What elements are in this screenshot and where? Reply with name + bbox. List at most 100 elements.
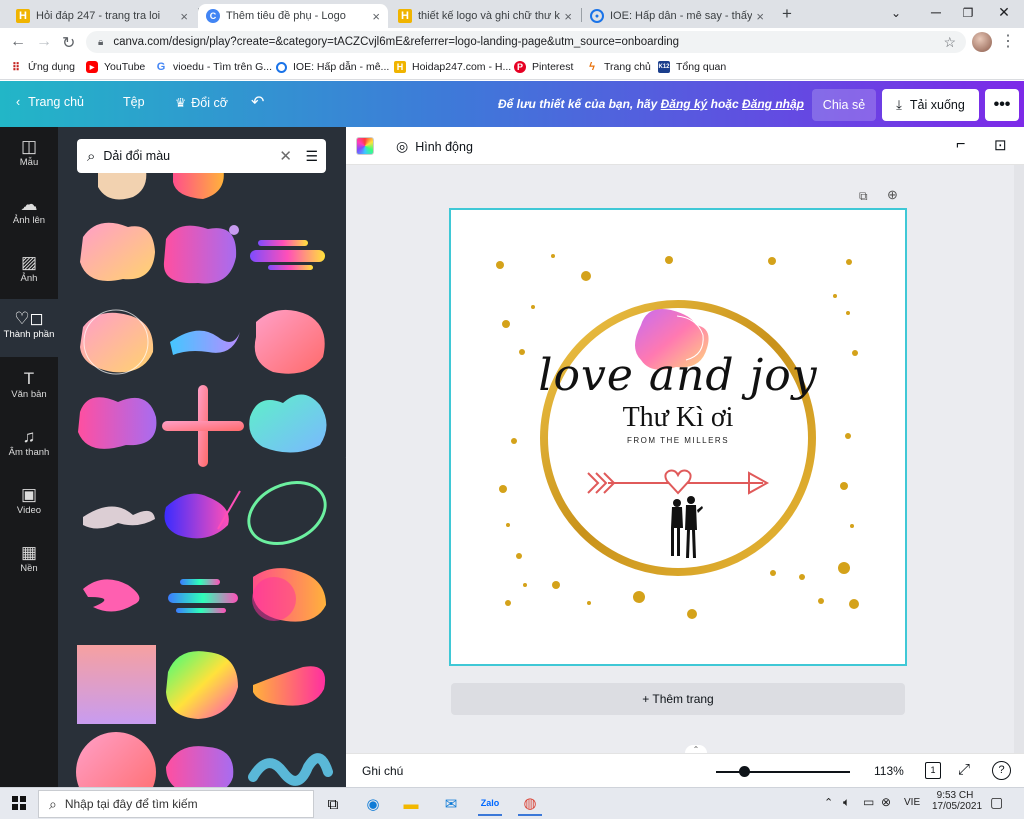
tab-title: Hỏi đáp 247 - trang tra loi — [36, 10, 161, 22]
url-bar[interactable]: 🔒︎ canva.com/design/play?create=&categor… — [86, 31, 966, 53]
profile-avatar[interactable] — [972, 32, 992, 52]
reload-icon[interactable]: ↻ — [62, 33, 75, 53]
bookmark-label: Pinterest — [532, 61, 574, 73]
gradient-elements-grid — [76, 154, 333, 787]
browser-tab-logo-search[interactable]: H thiết kế logo và ghi chữ thư kỳ ơi × — [390, 4, 580, 28]
vertical-scrollbar[interactable] — [1014, 165, 1024, 753]
logo-name-text[interactable]: Thư Kì ơi — [451, 402, 905, 434]
ioe-icon — [276, 61, 287, 73]
windows-start-icon[interactable] — [12, 796, 26, 810]
notes-button[interactable]: Ghi chú — [362, 764, 403, 778]
browser-tab-canva[interactable]: C Thêm tiêu đề phụ - Logo × — [198, 4, 388, 28]
volume-icon[interactable]: 🔈︎ — [843, 795, 850, 810]
window-close-icon[interactable]: ✕ — [994, 4, 1014, 21]
sidebar-item-photos[interactable]: ▨ Ảnh — [0, 243, 58, 299]
file-menu-button[interactable]: Tệp — [123, 95, 145, 109]
bookmark-home[interactable]: ϟ Trang chủ — [586, 61, 651, 73]
zoom-slider-thumb[interactable] — [739, 766, 751, 777]
signup-link[interactable]: Đăng ký — [661, 97, 708, 111]
clear-search-icon[interactable]: ✕ — [279, 147, 292, 165]
bookmark-vioedu[interactable]: G vioedu - Tìm trên G... — [155, 61, 272, 73]
task-view-icon[interactable]: ⧉ — [321, 792, 345, 816]
add-page-icon[interactable]: ⊕ — [887, 187, 898, 203]
close-icon[interactable]: × — [564, 9, 572, 24]
bookmark-youtube[interactable]: ▶ YouTube — [86, 61, 145, 73]
duplicate-page-icon[interactable]: ⧉ — [859, 189, 868, 204]
lock-icon[interactable]: ⊡ — [994, 136, 1007, 154]
color-picker-icon[interactable] — [356, 137, 374, 155]
home-button[interactable]: ‹ Trang chủ — [16, 95, 84, 109]
ioe-favicon-icon: ● — [590, 9, 604, 23]
canvas-toolbar: ◎ Hình động ⌐ ⊡ — [346, 127, 1024, 165]
page-count-button[interactable]: 1 — [925, 762, 941, 779]
restore-icon[interactable]: ❐ — [958, 6, 978, 20]
taskbar-search[interactable]: ⌕ Nhập tại đây để tìm kiếm — [38, 790, 314, 818]
file-explorer-icon[interactable]: ▬ — [399, 792, 423, 816]
upload-icon: ☁ — [20, 195, 38, 214]
battery-icon[interactable]: ⊗ — [881, 795, 891, 809]
sidebar-item-templates[interactable]: ◫ Mẫu — [0, 127, 58, 183]
chrome-icon[interactable]: ◍ — [518, 792, 542, 816]
edge-icon[interactable]: ◉ — [361, 792, 385, 816]
bookmark-ioe[interactable]: IOE: Hấp dẫn - mê... — [276, 61, 389, 73]
browser-tab-ioe[interactable]: ● IOE: Hấp dẫn - mê say - thấy ngay × — [582, 4, 772, 28]
zoom-level[interactable]: 113% — [874, 764, 904, 778]
close-icon[interactable]: × — [756, 9, 764, 24]
network-icon[interactable]: ▭ — [863, 795, 874, 809]
sidebar-item-video[interactable]: ▣ Video — [0, 475, 58, 531]
fullscreen-icon[interactable]: ⤢ — [958, 761, 970, 778]
bookmark-pinterest[interactable]: P Pinterest — [514, 61, 573, 73]
notification-icon[interactable]: ▢ — [990, 794, 1003, 811]
add-page-button[interactable]: + Thêm trang — [451, 683, 905, 715]
design-page[interactable]: love and joy Thư Kì ơi FROM THE MILLERS — [449, 208, 907, 666]
share-button[interactable]: Chia sẻ — [812, 89, 876, 121]
more-options-button[interactable]: ••• — [985, 89, 1019, 121]
home-label: Trang chủ — [28, 95, 84, 109]
resize-button[interactable]: ♛ Đổi cỡ — [175, 95, 228, 110]
sidebar-item-text[interactable]: T Văn bản — [0, 359, 58, 415]
save-prompt-or: hoặc — [710, 97, 739, 111]
logo-tagline-text[interactable]: FROM THE MILLERS — [451, 436, 905, 445]
tab-search-icon[interactable]: ⌄ — [886, 6, 906, 20]
help-icon[interactable]: ? — [992, 761, 1011, 780]
bookmark-label: IOE: Hấp dẫn - mê... — [293, 61, 390, 73]
sidebar-item-audio[interactable]: ♫ Âm thanh — [0, 417, 58, 473]
animate-button[interactable]: ◎ Hình động — [396, 138, 473, 155]
language-indicator[interactable]: VIE — [904, 797, 920, 808]
url-text[interactable]: canva.com/design/play?create=&category=t… — [113, 36, 679, 48]
new-tab-button[interactable]: + — [782, 4, 792, 24]
filter-icon[interactable]: ☰ — [305, 148, 318, 165]
bookmark-k12[interactable]: K12 Tổng quan — [658, 61, 726, 73]
sidebar-item-uploads[interactable]: ☁ Ảnh lên — [0, 185, 58, 241]
close-icon[interactable]: × — [372, 9, 380, 24]
browser-tab-bar: H Hỏi đáp 247 - trang tra loi × C Thêm t… — [0, 0, 1024, 28]
search-icon: ⌕ — [49, 795, 57, 812]
logo-script-text[interactable]: love and joy — [451, 350, 905, 401]
sidebar-item-background[interactable]: ▦ Nền — [0, 533, 58, 589]
undo-icon[interactable]: ↶ — [251, 92, 264, 112]
forward-arrow-icon[interactable]: → — [36, 33, 52, 51]
zalo-icon[interactable]: Zalo — [478, 792, 502, 816]
close-icon[interactable]: × — [180, 9, 188, 24]
taskbar-search-input[interactable]: Nhập tại đây để tìm kiếm — [65, 797, 198, 811]
search-icon: ⌕ — [87, 147, 96, 165]
bookmark-hoidap247[interactable]: H Hoidap247.com - H... — [394, 61, 511, 73]
bookmark-label: Ứng dụng — [28, 61, 75, 73]
zoom-slider-track[interactable] — [716, 771, 850, 773]
elements-search-bar[interactable]: ⌕ Dải đổi màu ✕ ☰ — [77, 139, 326, 173]
bookmark-star-icon[interactable]: ☆ — [943, 34, 956, 51]
sidebar-item-elements[interactable]: ♡◻ Thành phần — [0, 299, 58, 357]
minimize-icon[interactable]: ─ — [926, 4, 946, 20]
browser-tab-hoidap[interactable]: H Hỏi đáp 247 - trang tra loi × — [8, 4, 196, 28]
browser-menu-icon[interactable]: ⋮ — [1000, 31, 1016, 51]
paint-roller-icon[interactable]: ⌐ — [956, 136, 965, 154]
bookmark-apps[interactable]: ⠿ Ứng dụng — [10, 61, 75, 74]
tray-chevron-icon[interactable]: ⌃ — [824, 796, 833, 809]
search-input[interactable]: Dải đổi màu — [103, 149, 170, 163]
back-arrow-icon[interactable]: ← — [10, 33, 26, 51]
mail-icon[interactable]: ✉ — [439, 792, 463, 816]
login-link[interactable]: Đăng nhập — [742, 97, 804, 111]
clock[interactable]: 9:53 CH 17/05/2021 — [932, 790, 982, 812]
save-prompt-text: Để lưu thiết kế của bạn, hãy — [497, 97, 658, 111]
download-button[interactable]: ⤓ Tải xuống — [882, 89, 979, 121]
